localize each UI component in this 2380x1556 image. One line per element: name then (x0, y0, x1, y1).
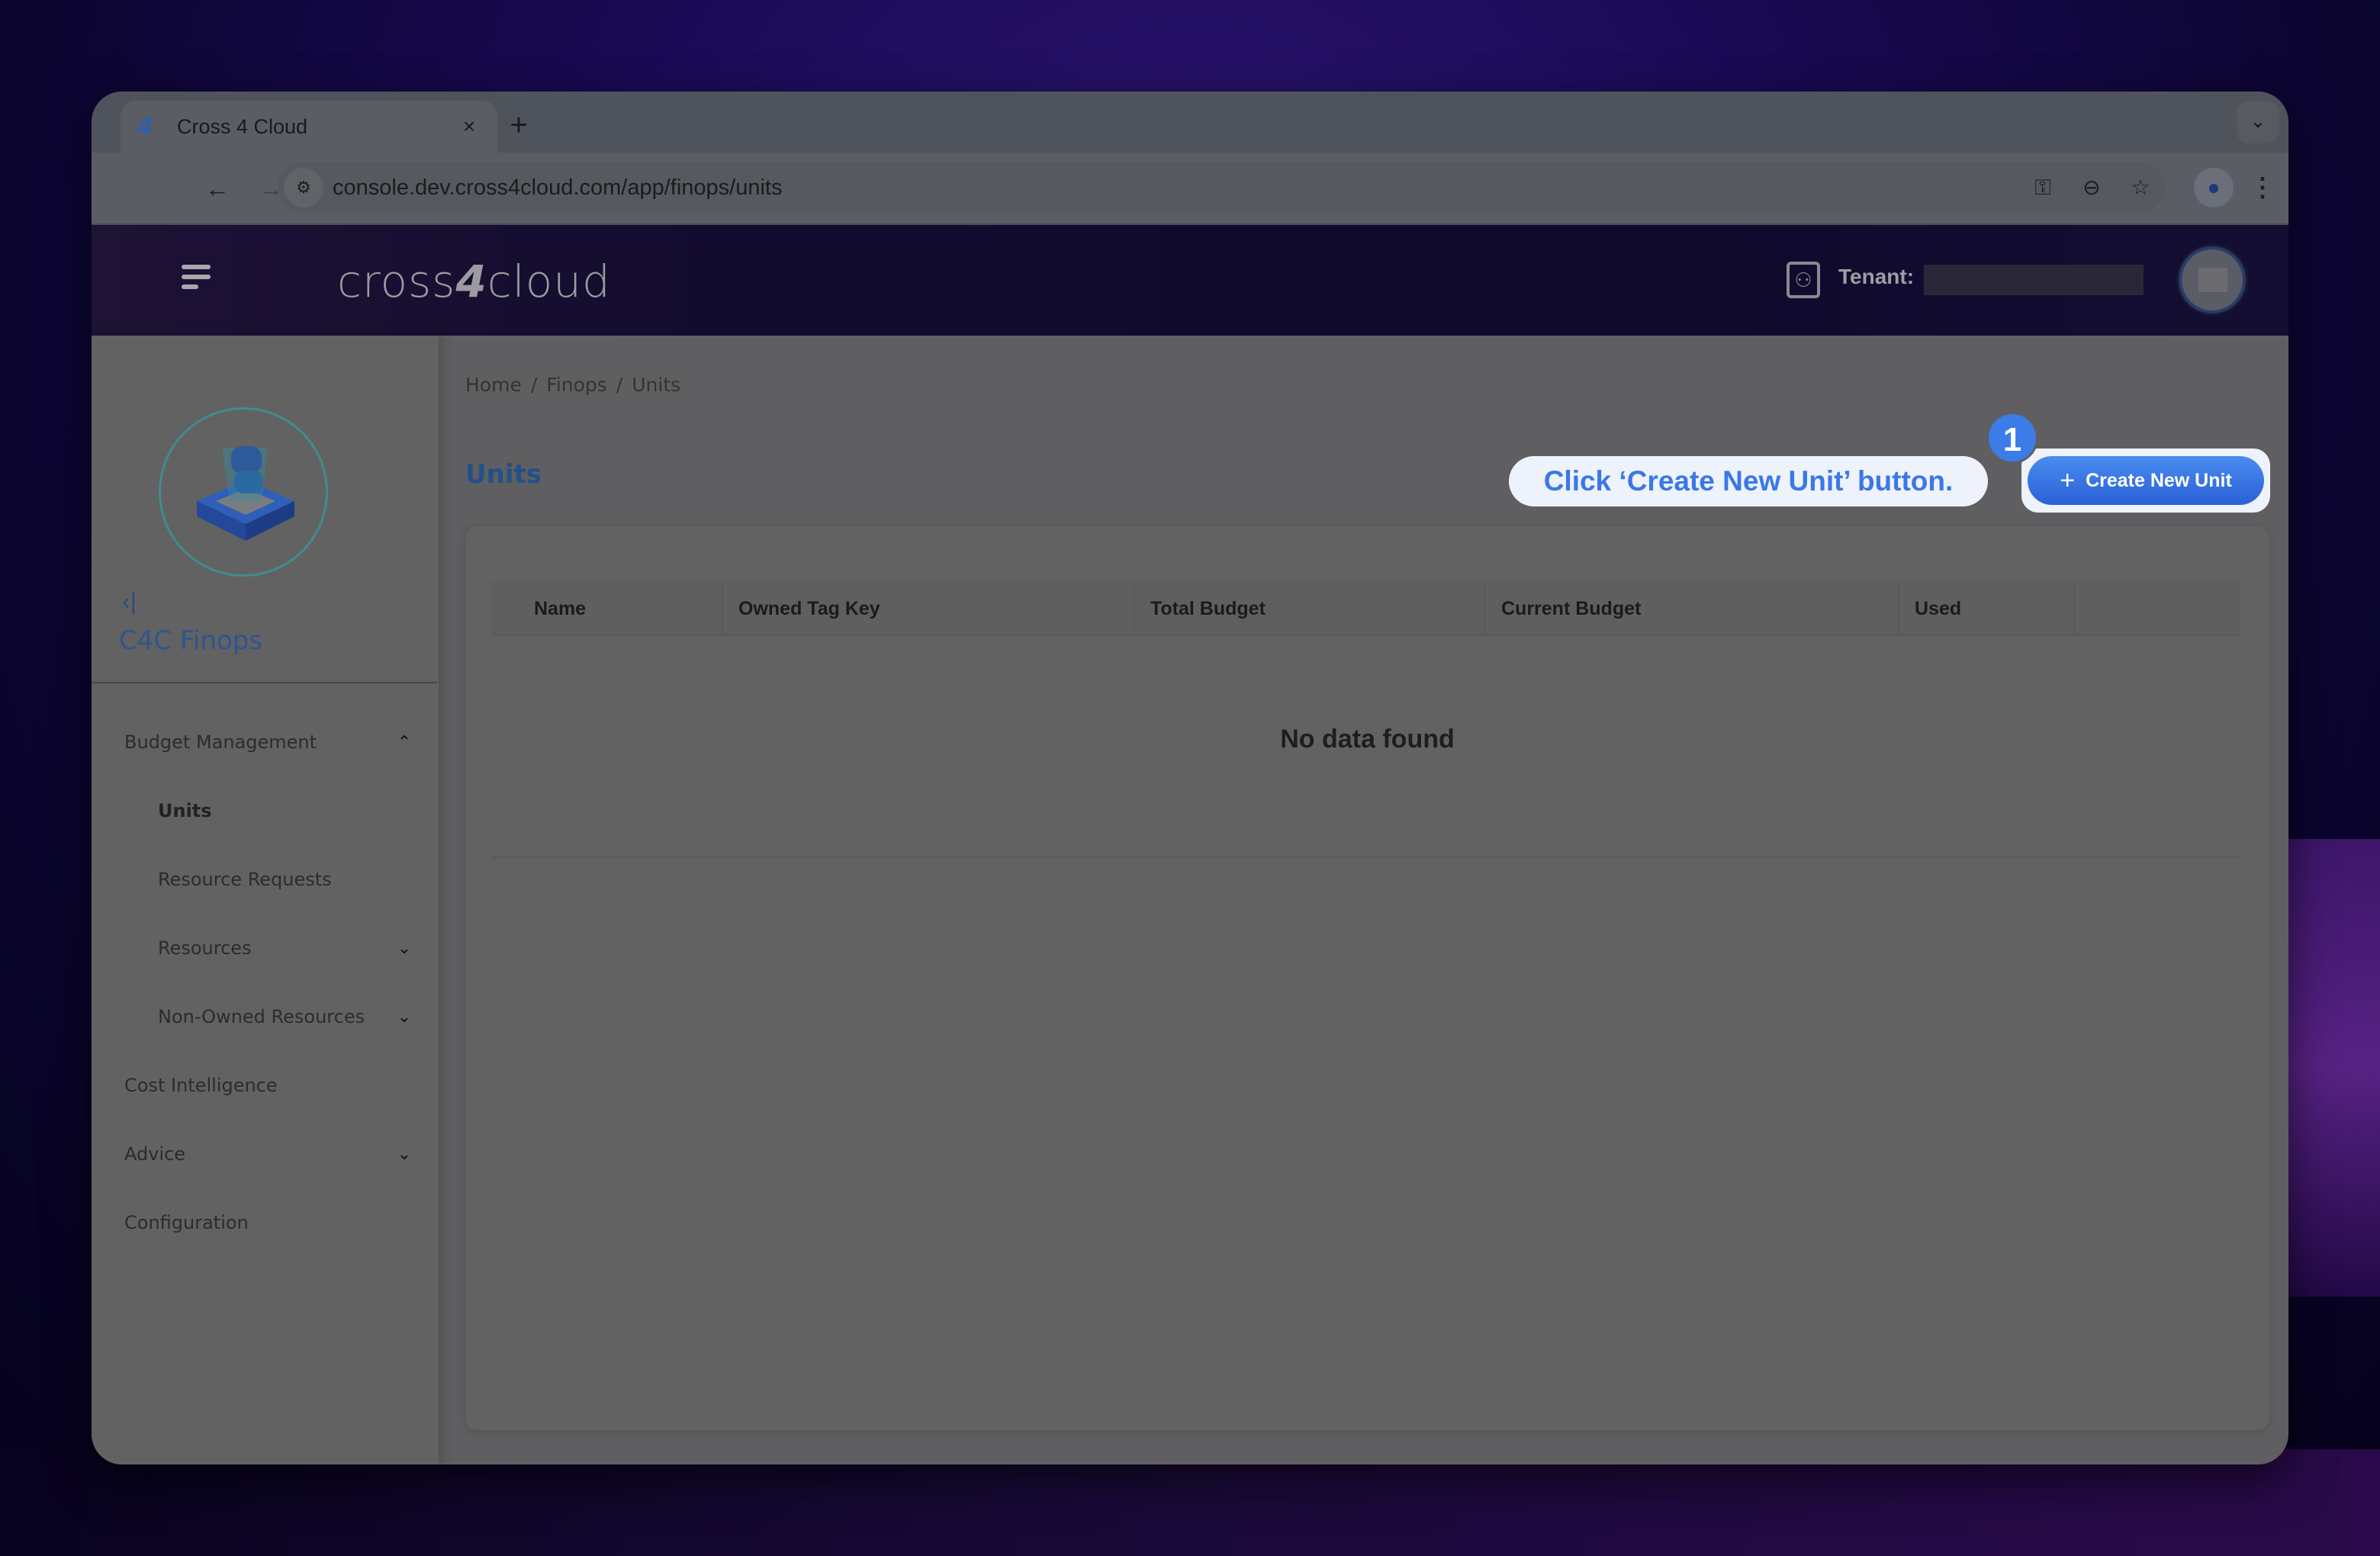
close-tab-icon[interactable]: × (458, 114, 481, 139)
favicon-icon: 4 (137, 111, 152, 141)
create-new-unit-label: Create New Unit (2086, 469, 2232, 491)
sidebar-item-budget-management[interactable]: Budget Management ⌃ (92, 719, 439, 765)
app-header: cross4cloud ⚇ Tenant: (92, 225, 2288, 336)
tenant-user-icon: ⚇ (1787, 262, 1820, 298)
column-header-actions (2075, 581, 2241, 636)
sidebar-item-cost-intelligence[interactable]: Cost Intelligence (92, 1063, 439, 1108)
browser-tab[interactable]: 4 Cross 4 Cloud × (121, 101, 497, 153)
avatar-image (2198, 268, 2227, 292)
guide-hint-bubble: Click ‘Create New Unit’ button. (1509, 456, 1988, 506)
column-header-name[interactable]: Name (491, 581, 723, 636)
sidebar-item-label: Non-Owned Resources (158, 1006, 365, 1027)
sidebar-item-configuration[interactable]: Configuration (92, 1200, 439, 1246)
module-title: C4C Finops (119, 625, 263, 656)
chevron-down-icon: ⌄ (397, 938, 412, 958)
browser-menu-icon[interactable]: ⋮ (2247, 168, 2278, 207)
chevron-up-icon: ⌃ (397, 732, 412, 752)
column-header-owned-tag-key[interactable]: Owned Tag Key (723, 581, 1135, 636)
units-table-panel: Name Owned Tag Key Total Budget Current … (465, 526, 2269, 1430)
url-text[interactable]: console.dev.cross4cloud.com/app/finops/u… (333, 162, 782, 214)
sidebar-item-label: Cost Intelligence (124, 1075, 278, 1096)
bookmark-star-icon[interactable]: ☆ (2122, 169, 2159, 206)
sidebar-item-label: Resource Requests (158, 869, 332, 890)
hamburger-menu-icon[interactable] (182, 265, 212, 295)
create-new-unit-button[interactable]: + Create New Unit (2028, 456, 2264, 505)
column-header-current-budget[interactable]: Current Budget (1486, 581, 1899, 636)
breadcrumb-finops[interactable]: Finops (546, 374, 607, 396)
breadcrumb-home[interactable]: Home (465, 374, 522, 396)
tenant-label: Tenant: (1838, 265, 1915, 288)
brand-logo[interactable]: cross4cloud (337, 256, 611, 307)
breadcrumb-units: Units (632, 374, 681, 396)
brand-number: 4 (455, 256, 487, 307)
back-button[interactable]: ← (198, 169, 236, 207)
background-city (0, 1449, 2380, 1556)
tenant-value-redacted[interactable] (1924, 265, 2144, 295)
zoom-icon[interactable]: ⊖ (2073, 169, 2110, 206)
sidebar-item-resource-requests[interactable]: Resource Requests (92, 857, 439, 902)
column-header-used[interactable]: Used (1899, 581, 2075, 636)
sidebar-item-label: Resources (158, 937, 252, 959)
sidebar-item-label: Advice (124, 1143, 186, 1165)
table-header-row: Name Owned Tag Key Total Budget Current … (491, 581, 2241, 636)
plus-icon: + (2060, 465, 2076, 495)
breadcrumb-separator: / (616, 374, 623, 396)
user-avatar[interactable] (2179, 246, 2246, 313)
guide-step-badge: 1 (1986, 412, 2038, 464)
chevron-down-icon: ⌄ (397, 1007, 412, 1027)
toolbar: ← → ↻ ⚙ console.dev.cross4cloud.com/app/… (92, 153, 2288, 225)
tab-search-chevron-icon[interactable]: ⌄ (2237, 101, 2279, 143)
breadcrumb-separator: / (530, 374, 538, 396)
table-footer-divider (491, 856, 2241, 858)
collapse-sidebar-icon[interactable]: ‹| (122, 587, 137, 616)
page-title: Units (465, 459, 542, 490)
breadcrumb: Home / Finops / Units (465, 374, 680, 396)
profile-icon[interactable]: ● (2194, 168, 2234, 207)
brand-prefix: cross (337, 256, 456, 307)
address-bar[interactable]: ⚙ console.dev.cross4cloud.com/app/finops… (278, 162, 2165, 214)
password-key-icon[interactable]: ⚿ (2025, 169, 2061, 206)
sidebar-item-resources[interactable]: Resources ⌄ (92, 925, 439, 971)
brand-suffix: cloud (487, 256, 611, 307)
browser-window: 4 Cross 4 Cloud × + ⌄ ← → ↻ ⚙ console.de… (92, 92, 2288, 1464)
sidebar-item-label: Budget Management (124, 731, 317, 753)
site-info-icon[interactable]: ⚙ (284, 168, 323, 207)
sidebar-item-units[interactable]: Units (92, 788, 439, 834)
chevron-down-icon: ⌄ (397, 1144, 412, 1164)
sidebar-item-label: Configuration (124, 1212, 249, 1233)
tab-bar: 4 Cross 4 Cloud × + ⌄ (92, 92, 2288, 153)
finops-module-illustration (159, 407, 328, 577)
sidebar: ‹| C4C Finops Budget Management ⌃ Units … (92, 336, 439, 1464)
empty-state-message: No data found (1280, 725, 1455, 754)
sidebar-divider (92, 682, 437, 683)
sidebar-item-non-owned-resources[interactable]: Non-Owned Resources ⌄ (92, 994, 439, 1040)
sidebar-item-advice[interactable]: Advice ⌄ (92, 1131, 439, 1177)
new-tab-button[interactable]: + (496, 104, 542, 146)
sidebar-item-label: Units (158, 800, 212, 821)
column-header-total-budget[interactable]: Total Budget (1135, 581, 1486, 636)
tab-title: Cross 4 Cloud (177, 114, 308, 138)
